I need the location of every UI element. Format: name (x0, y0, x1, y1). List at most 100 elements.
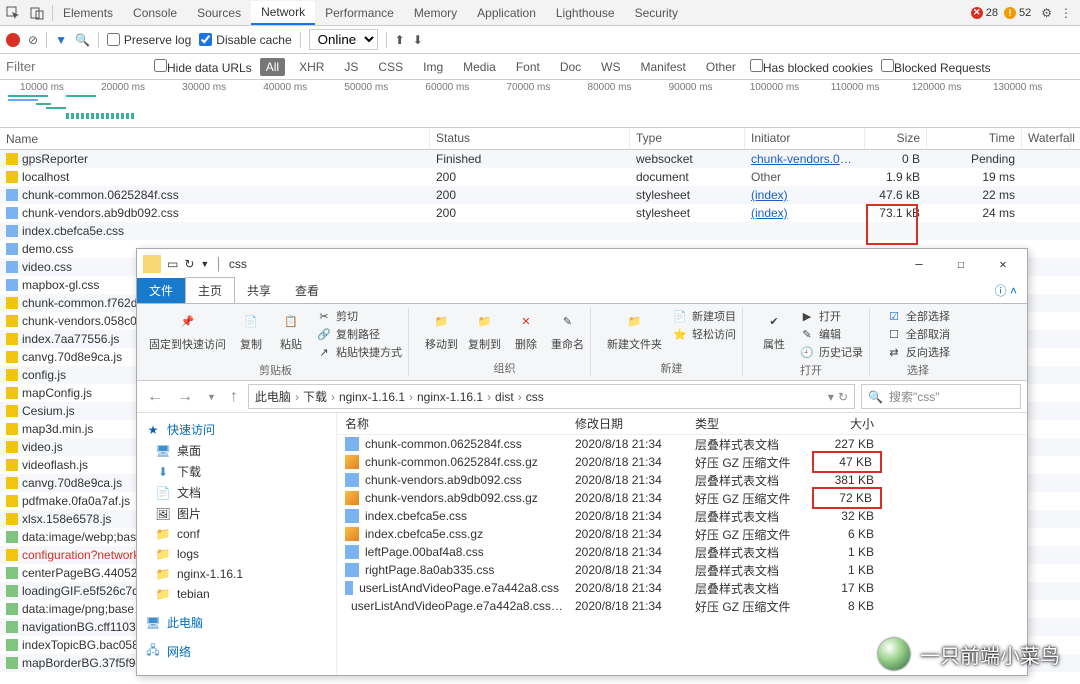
sidebar-documents[interactable]: 📄文档 (141, 482, 332, 503)
filter-type-other[interactable]: Other (700, 58, 742, 76)
network-row[interactable]: chunk-vendors.ab9db092.css200stylesheet(… (0, 204, 1080, 222)
back-button[interactable]: ← (143, 388, 167, 406)
file-row[interactable]: rightPage.8a0ab335.css2020/8/18 21:34层叠样… (337, 561, 1027, 579)
filter-icon[interactable]: ▼ (55, 33, 67, 47)
tab-application[interactable]: Application (467, 2, 546, 24)
open-button[interactable]: ▶打开 (799, 308, 863, 324)
inspect-icon[interactable] (4, 4, 22, 22)
sidebar-downloads[interactable]: ⬇下载 (141, 461, 332, 482)
copy-button[interactable]: 📄复制 (236, 308, 266, 352)
qat-icon[interactable]: ▭ (167, 257, 178, 271)
error-badge[interactable]: ✕28 (971, 7, 998, 19)
qat-caret-icon[interactable]: ▼ (200, 259, 209, 269)
new-item-button[interactable]: 📄新建项目 (672, 308, 736, 324)
col-status[interactable]: Status (430, 128, 630, 149)
select-none-button[interactable]: ☐全部取消 (886, 326, 950, 342)
new-folder-button[interactable]: 📁新建文件夹 (607, 308, 662, 352)
gear-icon[interactable]: ⚙ (1041, 6, 1052, 20)
disable-cache-checkbox[interactable]: Disable cache (199, 33, 291, 47)
col-type[interactable]: 类型 (687, 413, 812, 434)
easy-access-button[interactable]: ⭐轻松访问 (672, 326, 736, 342)
paste-button[interactable]: 📋粘贴 (276, 308, 306, 352)
filter-type-all[interactable]: All (260, 58, 285, 76)
pin-button[interactable]: 📌固定到快速访问 (149, 308, 226, 352)
device-icon[interactable] (28, 4, 46, 22)
qat-icon[interactable]: ↻ (184, 257, 194, 271)
tab-memory[interactable]: Memory (404, 2, 467, 24)
explorer-search[interactable]: 🔍 搜索"css" (861, 384, 1021, 409)
file-row[interactable]: index.cbefca5e.css.gz2020/8/18 21:34好压 G… (337, 525, 1027, 543)
blocked-requests[interactable]: Blocked Requests (881, 59, 991, 75)
minimize-button[interactable]: — (901, 252, 937, 276)
tab-network[interactable]: Network (251, 1, 315, 25)
file-row[interactable]: chunk-common.0625284f.css.gz2020/8/18 21… (337, 453, 1027, 471)
delete-button[interactable]: ✕删除 (511, 308, 541, 352)
more-icon[interactable]: ⋮ (1060, 6, 1072, 20)
history-button[interactable]: 🕘历史记录 (799, 344, 863, 360)
filter-type-doc[interactable]: Doc (554, 58, 587, 76)
forward-button[interactable]: → (173, 388, 197, 406)
preserve-log-checkbox[interactable]: Preserve log (107, 33, 191, 47)
file-row[interactable]: chunk-common.0625284f.css2020/8/18 21:34… (337, 435, 1027, 453)
file-row[interactable]: index.cbefca5e.css2020/8/18 21:34层叠样式表文档… (337, 507, 1027, 525)
filter-input[interactable] (6, 59, 146, 74)
refresh-icon[interactable]: ↻ (838, 390, 848, 404)
filter-type-img[interactable]: Img (417, 58, 449, 76)
tab-console[interactable]: Console (123, 2, 187, 24)
file-row[interactable]: userListAndVideoPage.e7a442a8.css2020/8/… (337, 579, 1027, 597)
file-row[interactable]: userListAndVideoPage.e7a442a8.css…2020/8… (337, 597, 1027, 615)
filter-type-font[interactable]: Font (510, 58, 546, 76)
select-all-button[interactable]: ☑全部选择 (886, 308, 950, 324)
has-blocked-cookies[interactable]: Has blocked cookies (750, 59, 873, 75)
sidebar-folder[interactable]: 📁tebian (141, 584, 332, 604)
record-icon[interactable] (6, 33, 20, 47)
network-row[interactable]: index.cbefca5e.css (0, 222, 1080, 240)
ribbon-tab-file[interactable]: 文件 (137, 278, 185, 303)
ribbon-collapse-icon[interactable]: ⓘ ˄ (985, 278, 1027, 303)
move-button[interactable]: 📁移动到 (425, 308, 458, 352)
maximize-button[interactable]: ☐ (943, 252, 979, 276)
sidebar-pictures[interactable]: 🖼图片 (141, 503, 332, 524)
up-button[interactable]: ↑ (226, 388, 242, 406)
copy-path-button[interactable]: 🔗复制路径 (316, 326, 402, 342)
filter-type-manifest[interactable]: Manifest (635, 58, 692, 76)
upload-icon[interactable]: ⬆ (395, 33, 405, 47)
warning-badge[interactable]: !52 (1004, 7, 1031, 19)
paste-shortcut-button[interactable]: ↗粘贴快捷方式 (316, 344, 402, 360)
tab-lighthouse[interactable]: Lighthouse (546, 2, 625, 24)
properties-button[interactable]: ✔属性 (759, 308, 789, 352)
invert-select-button[interactable]: ⇄反向选择 (886, 344, 950, 360)
col-name[interactable]: 名称 (337, 413, 567, 434)
clear-icon[interactable]: ⊘ (28, 33, 38, 47)
download-icon[interactable]: ⬇ (413, 33, 423, 47)
tab-elements[interactable]: Elements (53, 2, 123, 24)
hide-data-urls[interactable]: Hide data URLs (154, 59, 252, 75)
sidebar-folder[interactable]: 📁logs (141, 544, 332, 564)
filter-type-ws[interactable]: WS (595, 58, 626, 76)
col-time[interactable]: Time (927, 128, 1022, 149)
explorer-titlebar[interactable]: ▭ ↻ ▼ │ css — ☐ ✕ (137, 249, 1027, 279)
filter-type-js[interactable]: JS (338, 58, 364, 76)
col-size[interactable]: Size (865, 128, 927, 149)
copyto-button[interactable]: 📁复制到 (468, 308, 501, 352)
col-initiator[interactable]: Initiator (745, 128, 865, 149)
rename-button[interactable]: ✎重命名 (551, 308, 584, 352)
sidebar-folder[interactable]: 📁nginx-1.16.1 (141, 564, 332, 584)
close-button[interactable]: ✕ (985, 252, 1021, 276)
cut-button[interactable]: ✂剪切 (316, 308, 402, 324)
filter-type-xhr[interactable]: XHR (293, 58, 330, 76)
network-timeline[interactable]: 10000 ms20000 ms30000 ms40000 ms50000 ms… (0, 80, 1080, 128)
ribbon-tab-view[interactable]: 查看 (283, 278, 331, 303)
col-size[interactable]: 大小 (812, 413, 882, 434)
tab-sources[interactable]: Sources (187, 2, 251, 24)
breadcrumb[interactable]: 此电脑› 下载› nginx-1.16.1› nginx-1.16.1› dis… (248, 384, 855, 409)
sidebar-folder[interactable]: 📁conf (141, 524, 332, 544)
filter-type-media[interactable]: Media (457, 58, 502, 76)
col-date[interactable]: 修改日期 (567, 413, 687, 434)
col-name[interactable]: Name (0, 128, 430, 149)
network-row[interactable]: chunk-common.0625284f.css200stylesheet(i… (0, 186, 1080, 204)
file-row[interactable]: chunk-vendors.ab9db092.css2020/8/18 21:3… (337, 471, 1027, 489)
sidebar-this-pc[interactable]: 🖥此电脑 (141, 612, 332, 633)
search-icon[interactable]: 🔍 (75, 33, 90, 47)
throttling-select[interactable]: Online (309, 29, 378, 50)
